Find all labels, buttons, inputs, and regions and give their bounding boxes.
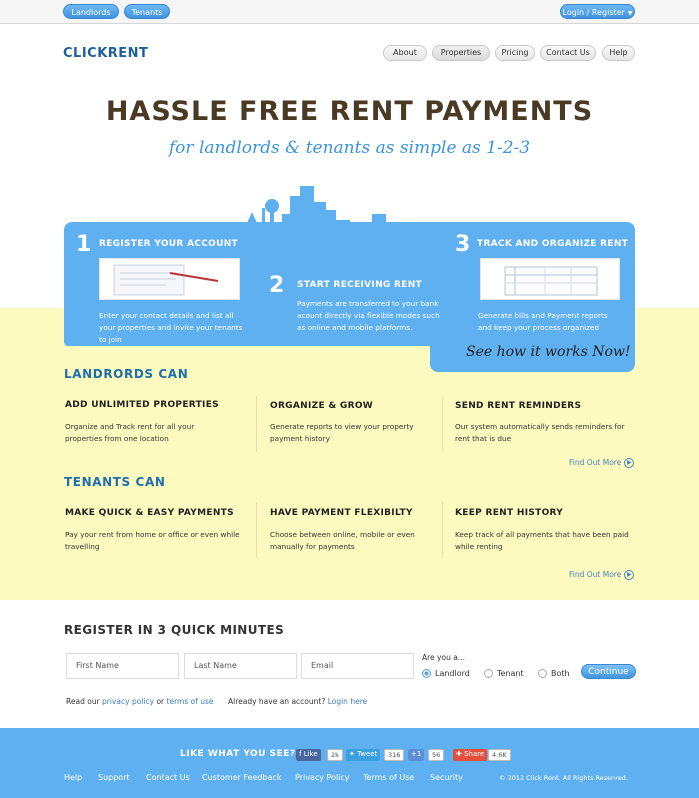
facebook-like-label: Like <box>303 750 318 758</box>
divider <box>256 502 257 558</box>
step-1-title: REGISTER YOUR ACCOUNT <box>99 239 238 249</box>
google-plus-count: 56 <box>428 749 445 761</box>
radio-landlord[interactable]: Landlord <box>422 669 470 678</box>
feature-title: ADD UNLIMITED PROPERTIES <box>65 400 219 410</box>
footer-link-support[interactable]: Support <box>98 773 130 782</box>
account-type-label: Are you a... <box>422 653 465 662</box>
radio-tenant[interactable]: Tenant <box>484 669 524 678</box>
footer-link-customer-feedback[interactable]: Customer Feedback <box>202 773 282 782</box>
register-heading: REGISTER IN 3 QUICK MINUTES <box>64 623 285 637</box>
footer-link-privacy-policy[interactable]: Privacy Policy <box>295 773 350 782</box>
landlords-heading: LANDRORDS CAN <box>64 367 189 381</box>
radio-unselected-icon <box>484 669 493 678</box>
tweet-label: Tweet <box>357 750 378 758</box>
find-out-more-label: Find Out More <box>569 570 622 579</box>
first-name-input[interactable]: First Name <box>66 653 179 679</box>
radio-both[interactable]: Both <box>538 669 570 678</box>
step-3-title: TRACK AND ORGANIZE RENT <box>477 239 629 249</box>
spreadsheet-icon <box>504 266 598 296</box>
share-button[interactable]: ✚ Share <box>453 749 488 761</box>
legal-or: or <box>156 697 165 706</box>
pen-on-form-icon <box>113 264 219 296</box>
radio-unselected-icon <box>538 669 547 678</box>
facebook-like-count: 2k <box>327 749 343 761</box>
share-count: 4.6K <box>488 749 511 761</box>
privacy-policy-link[interactable]: privacy policy <box>102 697 154 706</box>
facebook-icon: f <box>299 750 302 758</box>
step-3-number: 3 <box>455 232 471 257</box>
landlords-find-out-more-link[interactable]: Find Out More ▶ <box>569 458 635 468</box>
email-input[interactable]: Email <box>301 653 414 679</box>
tweet-button[interactable]: ✦ Tweet <box>346 749 381 761</box>
login-here-link[interactable]: Login here <box>328 697 368 706</box>
footer <box>0 728 699 798</box>
footer-link-contact-us[interactable]: Contact Us <box>146 773 190 782</box>
see-how-it-works-link[interactable]: See how it works Now! <box>466 344 631 360</box>
tenants-heading: TENANTS CAN <box>64 475 166 489</box>
radio-selected-icon <box>422 669 431 678</box>
feature-description: Generate reports to view your property p… <box>270 422 414 443</box>
city-skyline-illustration <box>240 186 434 240</box>
feature-title: KEEP RENT HISTORY <box>455 508 564 518</box>
step-2-title: START RECEIVING RENT <box>297 280 422 290</box>
already-have-account-text: Already have an account? <box>228 697 326 706</box>
feature-title: ORGANIZE & GROW <box>270 401 373 411</box>
step-1-number: 1 <box>76 232 92 257</box>
feature-description: Choose between online, mobile or even ma… <box>270 530 415 551</box>
feature-description: Keep track of all payments that have bee… <box>455 530 629 551</box>
login-prompt: Already have an account? Login here <box>228 697 367 706</box>
like-what-you-see-label: LIKE WHAT YOU SEE? <box>180 749 296 759</box>
arrow-right-icon: ▶ <box>624 458 635 468</box>
continue-button[interactable]: Continue <box>581 664 636 679</box>
feature-description: Pay your rent from home or office or eve… <box>65 530 240 551</box>
share-icon: ✚ <box>456 750 462 758</box>
step-2-number: 2 <box>269 273 285 298</box>
feature-title: HAVE PAYMENT FLEXIBILTY <box>270 508 413 518</box>
footer-link-terms-of-use[interactable]: Terms of Use <box>363 773 414 782</box>
tweet-count: 316 <box>384 749 405 761</box>
share-label: Share <box>464 750 485 758</box>
step-3-description: Generate bills and Payment reports and k… <box>478 311 608 332</box>
feature-description: Organize and Track rent for all your pro… <box>65 422 195 443</box>
radio-tenant-label: Tenant <box>497 669 524 678</box>
footer-link-security[interactable]: Security <box>430 773 463 782</box>
last-name-input[interactable]: Last Name <box>184 653 297 679</box>
step-1-description: Enter your contact details and list all … <box>99 311 243 344</box>
registration-form-illustration <box>99 258 240 300</box>
feature-title: MAKE QUICK & EASY PAYMENTS <box>65 508 234 518</box>
twitter-icon: ✦ <box>349 750 355 758</box>
google-plus-button[interactable]: +1 <box>408 749 425 761</box>
arrow-right-icon: ▶ <box>624 570 635 580</box>
terms-of-use-link[interactable]: terms of use <box>167 697 214 706</box>
legal-text: Read our privacy policy or terms of use <box>66 697 214 706</box>
radio-landlord-label: Landlord <box>435 669 470 678</box>
divider <box>256 396 257 452</box>
feature-description: Our system automatically sends reminders… <box>455 422 625 443</box>
spreadsheet-illustration <box>480 258 620 300</box>
divider <box>442 502 443 558</box>
radio-both-label: Both <box>551 669 570 678</box>
legal-prefix: Read our <box>66 697 100 706</box>
footer-link-help[interactable]: Help <box>64 773 82 782</box>
divider <box>442 396 443 452</box>
find-out-more-label: Find Out More <box>569 458 622 467</box>
tenants-find-out-more-link[interactable]: Find Out More ▶ <box>569 570 635 580</box>
copyright-text: © 2012 Click Rent. All Rights Reserved. <box>499 774 628 782</box>
feature-title: SEND RENT REMINDERS <box>455 401 582 411</box>
facebook-like-button[interactable]: f Like <box>296 749 321 761</box>
step-2-description: Payments are transferred to your bank ac… <box>297 299 440 332</box>
